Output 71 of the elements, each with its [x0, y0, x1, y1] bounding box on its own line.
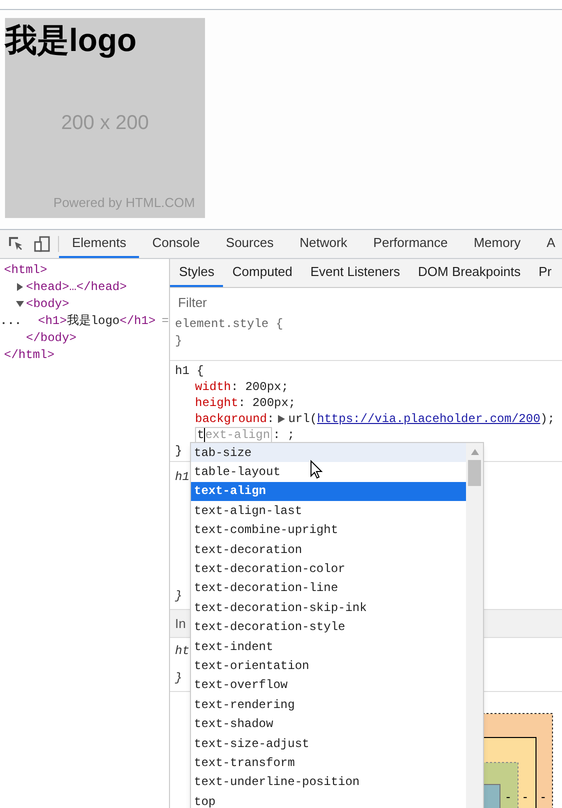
suggestion-item[interactable]: text-underline-position — [191, 772, 466, 792]
panel-tab[interactable]: Performance — [360, 230, 461, 258]
css-value: : ; — [273, 427, 295, 443]
suggestion-item[interactable]: text-size-adjust — [191, 734, 466, 754]
rule-selector: element.style { — [175, 316, 284, 333]
suggestion-item[interactable]: text-combine-upright — [191, 520, 466, 540]
suggestion-item[interactable]: text-align — [191, 482, 466, 502]
suggestion-item[interactable]: tab-size — [191, 443, 466, 462]
css-property[interactable]: height — [195, 395, 238, 411]
panel-tab[interactable]: Network — [286, 230, 360, 258]
colon: : — [267, 411, 274, 427]
sidebar-tab[interactable]: DOM Breakpoints — [409, 259, 530, 287]
dom-tag[interactable]: <html> — [4, 260, 48, 278]
mouse-cursor-icon — [310, 460, 323, 479]
panel-tab[interactable]: Sources — [212, 230, 287, 258]
dom-tag[interactable]: <body> — [26, 294, 70, 312]
css-value: ); — [540, 411, 555, 427]
suggestion-item[interactable]: table-layout — [191, 462, 466, 482]
scrollbar-thumb[interactable] — [468, 460, 481, 486]
suggestion-item[interactable]: text-transform — [191, 753, 466, 773]
device-icon[interactable] — [34, 236, 50, 252]
colon: : — [238, 395, 246, 411]
row-menu-dots[interactable]: ... — [0, 312, 22, 330]
dom-element[interactable]: <h1>我是logo</h1> — [38, 312, 156, 330]
rule-brace: } — [175, 588, 182, 605]
suggestion-item[interactable]: text-decoration-line — [191, 578, 466, 598]
dom-tag[interactable]: <head>…</head> — [26, 278, 127, 296]
panel-tab[interactable]: Memory — [460, 230, 534, 258]
box-model-value: - — [506, 790, 510, 804]
rule-brace: } — [175, 333, 182, 350]
dom-tag[interactable]: </html> — [4, 346, 54, 364]
suggestion-item[interactable]: text-decoration-style — [191, 618, 466, 637]
suggestion-item[interactable]: text-indent — [191, 636, 466, 656]
css-property[interactable]: width — [195, 379, 232, 395]
scrollbar[interactable] — [466, 443, 483, 808]
sidebar-tab[interactable]: Event Listeners — [301, 259, 409, 287]
sidebar-tab[interactable]: Computed — [223, 259, 302, 287]
css-value: 200px; — [245, 379, 288, 395]
box-model-value: - — [523, 790, 528, 804]
suggestion-item[interactable]: text-rendering — [191, 695, 466, 714]
rule-selector: h1 — [175, 469, 190, 486]
css-value: 200px; — [252, 395, 296, 411]
rule-selector: ht — [175, 643, 190, 660]
suggestion-item[interactable]: text-decoration — [191, 540, 466, 560]
suggestion-item[interactable]: text-overflow — [191, 676, 466, 696]
suggestion-item[interactable]: text-decoration-color — [191, 559, 466, 579]
expanded-triangle-icon[interactable] — [16, 300, 24, 308]
css-value: url( — [288, 411, 318, 427]
box-model-value: - — [541, 790, 546, 804]
panel-tab[interactable]: Elements — [59, 230, 140, 258]
sidebar-tab[interactable]: Styles — [170, 259, 224, 287]
collapsed-triangle-icon[interactable] — [16, 282, 24, 290]
inspect-icon[interactable] — [8, 236, 24, 252]
rule-selector: h1 { — [175, 363, 204, 379]
suggestion-item[interactable]: text-orientation — [191, 656, 466, 676]
expand-triangle-icon[interactable] — [278, 415, 286, 423]
panel-tab[interactable]: Console — [139, 230, 213, 258]
url-link[interactable]: https://via.placeholder.com/200 — [317, 411, 540, 427]
dom-attr-sign: = — [162, 312, 169, 330]
suggestion-item[interactable]: text-align-last — [191, 501, 466, 521]
panel-tab[interactable]: A — [534, 230, 562, 258]
css-property[interactable]: background — [195, 411, 268, 427]
colon: : — [231, 379, 238, 395]
suggestion-item[interactable]: top — [191, 792, 466, 808]
page-heading: 我是logo — [5, 21, 138, 60]
rule-brace: } — [175, 670, 182, 687]
sidebar-tab[interactable]: Pr — [530, 259, 561, 287]
rule-brace: } — [175, 443, 182, 459]
suggestion-item[interactable]: text-shadow — [191, 714, 466, 734]
filter-field[interactable]: Filter — [170, 288, 562, 316]
dom-tag[interactable]: </body> — [26, 328, 76, 346]
